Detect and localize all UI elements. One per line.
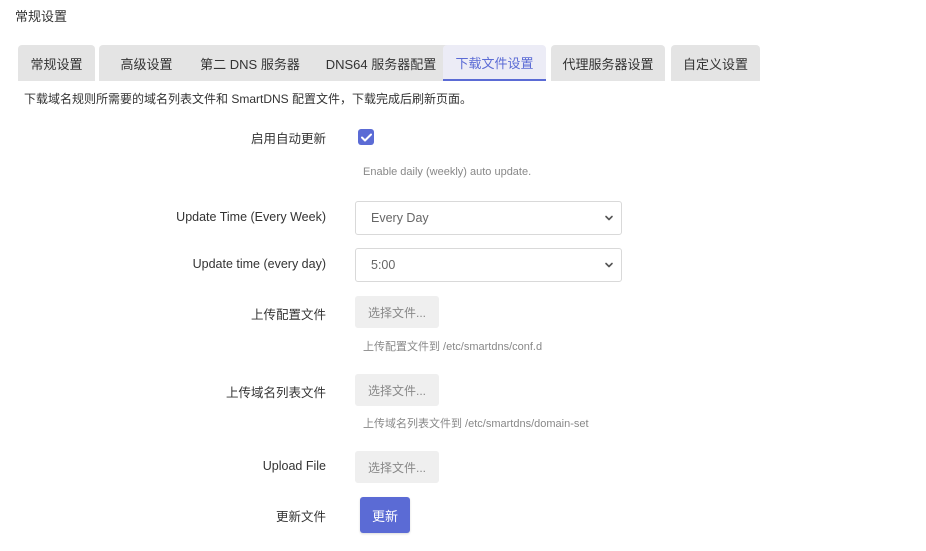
chevron-down-icon (605, 262, 613, 268)
upload-domain-list-hint: 上传域名列表文件到 /etc/smartdns/domain-set (363, 418, 589, 430)
tab-dns64[interactable]: DNS64 服务器配置 (306, 45, 456, 81)
update-time-day-select[interactable]: 5:00 (355, 248, 622, 282)
section-description: 下载域名规则所需要的域名列表文件和 SmartDNS 配置文件，下载完成后刷新页… (24, 92, 473, 106)
update-files-label: 更新文件 (275, 510, 326, 524)
tab-custom[interactable]: 自定义设置 (671, 45, 760, 81)
update-time-week-select[interactable]: Every Day (355, 201, 622, 235)
update-time-day-value: 5:00 (371, 258, 396, 272)
update-time-week-label: Update Time (Every Week) (176, 210, 326, 224)
upload-file-button[interactable]: 选择文件... (355, 451, 439, 483)
auto-update-hint: Enable daily (weekly) auto update. (363, 166, 532, 178)
upload-config-label: 上传配置文件 (250, 308, 326, 322)
chevron-down-icon (605, 215, 613, 221)
tab-download-settings[interactable]: 下载文件设置 (443, 45, 546, 81)
upload-domain-list-label: 上传域名列表文件 (225, 386, 326, 400)
update-time-day-label: Update time (every day) (192, 257, 326, 271)
check-icon (360, 133, 372, 141)
update-time-week-value: Every Day (371, 211, 429, 225)
upload-config-button[interactable]: 选择文件... (355, 296, 439, 328)
page-title: 常规设置 (15, 9, 68, 24)
tab-second-dns[interactable]: 第二 DNS 服务器 (181, 45, 319, 81)
upload-domain-list-button[interactable]: 选择文件... (355, 374, 439, 406)
auto-update-label: 启用自动更新 (250, 132, 326, 146)
tab-general[interactable]: 常规设置 (18, 45, 95, 81)
auto-update-checkbox[interactable] (358, 129, 374, 145)
upload-config-hint: 上传配置文件到 /etc/smartdns/conf.d (363, 341, 543, 353)
tab-advanced[interactable]: 高级设置 (99, 45, 194, 81)
upload-file-label: Upload File (262, 459, 326, 473)
update-button[interactable]: 更新 (360, 497, 410, 533)
tab-proxy[interactable]: 代理服务器设置 (551, 45, 665, 81)
